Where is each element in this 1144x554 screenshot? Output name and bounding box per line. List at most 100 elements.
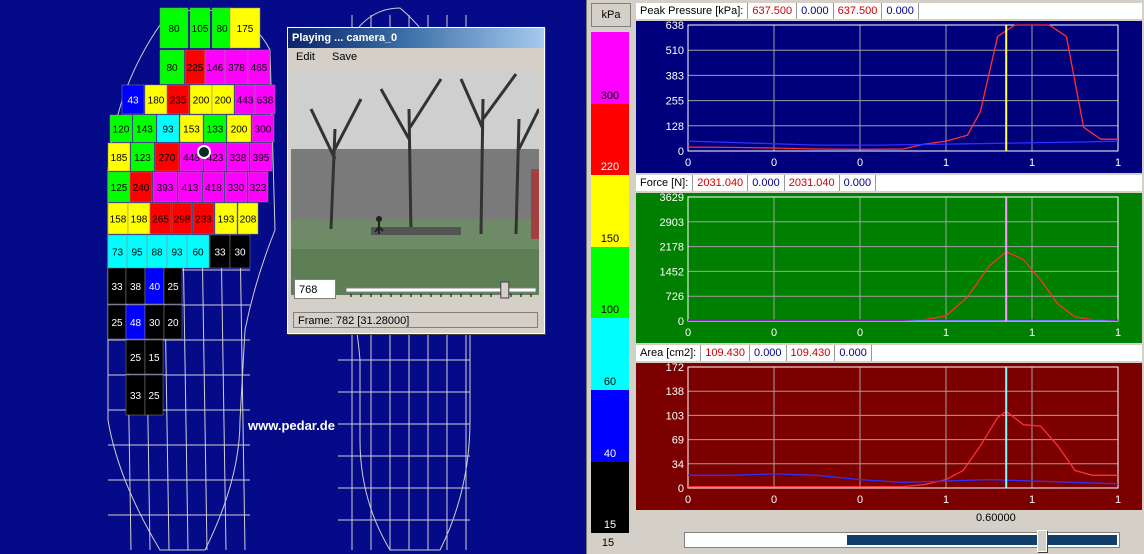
pressure-cell-value: 125 <box>111 183 128 194</box>
header-value: 0.000 <box>750 345 787 361</box>
pressure-cell: 80 <box>159 49 185 85</box>
pressure-cell-value: 235 <box>170 96 187 107</box>
pressure-cell: 25 <box>144 374 164 416</box>
chart-title: Force [N]: <box>636 175 694 191</box>
peak-pressure-chart: 63851038325512800 0 0 1 1 1 <box>636 21 1142 173</box>
pressure-cell: 395 <box>249 142 273 172</box>
video-frame <box>291 69 539 295</box>
pressure-cell: 208 <box>237 202 259 235</box>
pressure-cell-value: 323 <box>250 183 267 194</box>
pressure-cell-value: 80 <box>216 24 228 35</box>
x-tick-label: 0 <box>685 327 691 339</box>
pressure-cell: 200 <box>226 114 252 143</box>
pressure-cell: 193 <box>214 202 238 235</box>
scale-band-label: 60 <box>603 375 617 388</box>
pressure-cell-value: 378 <box>228 63 245 74</box>
pressure-cell-value: 240 <box>133 183 150 194</box>
pressure-cell: 443 <box>234 84 256 115</box>
x-tick-label: 1 <box>1115 327 1121 339</box>
pressure-cell: 48 <box>125 304 146 340</box>
pressure-cell-value: 120 <box>113 125 130 136</box>
pressure-cell-value: 443 <box>237 96 254 107</box>
x-tick-label: 0 <box>857 327 863 339</box>
pressure-cell-value: 265 <box>152 215 169 226</box>
pressure-cell-value: 338 <box>230 153 247 164</box>
scale-band-label: 100 <box>600 304 620 317</box>
pressure-cell: 180 <box>144 84 168 115</box>
pressure-cell: 233 <box>192 202 215 235</box>
pressure-cell-value: 93 <box>171 248 183 259</box>
pressure-cell: 93 <box>156 114 180 143</box>
scale-band: 150 <box>591 175 629 247</box>
pressure-cell-value: 95 <box>131 248 143 259</box>
pressure-cell-value: 25 <box>130 353 142 364</box>
pressure-cell-value: 25 <box>167 282 179 293</box>
area-panel: Area [cm2]: 109.430 0.000 109.430 0.000 … <box>636 345 1142 510</box>
scale-band-label: 15 <box>603 519 617 532</box>
peak-pressure-header: Peak Pressure [kPa]: 637.500 0.000 637.5… <box>636 3 1142 19</box>
pressure-cell: 30 <box>229 234 251 269</box>
scale-band: 220 <box>591 103 629 176</box>
frame-number-input[interactable]: 768 <box>294 279 336 299</box>
pressure-cell-value: 30 <box>149 318 161 329</box>
pressure-cell-value: 300 <box>255 125 272 136</box>
y-tick-label: 0 <box>678 316 684 328</box>
x-tick-label: 1 <box>943 157 949 169</box>
scale-band-label: 150 <box>600 232 620 245</box>
y-tick-label: 2903 <box>660 217 684 229</box>
video-window[interactable]: Playing ... camera_0 Edit Save 768 Frame… <box>287 27 545 334</box>
pressure-cell: 265 <box>149 202 172 235</box>
pressure-cell: 73 <box>107 234 128 269</box>
y-tick-label: 0 <box>678 483 684 495</box>
pressure-cell-value: 193 <box>218 215 235 226</box>
header-value: 109.430 <box>701 345 751 361</box>
pressure-cell-value: 80 <box>168 24 180 35</box>
y-tick-label: 383 <box>666 70 684 82</box>
video-position-slider[interactable] <box>346 280 536 300</box>
pressure-cell-value: 93 <box>162 125 174 136</box>
y-tick-label: 103 <box>666 410 684 422</box>
pressure-cell-value: 105 <box>192 24 209 35</box>
pressure-cell-value: 175 <box>237 24 254 35</box>
pressure-cell: 33 <box>125 374 146 416</box>
pressure-cell-value: 133 <box>207 125 224 136</box>
pressure-cell-value: 418 <box>205 183 222 194</box>
pressure-cell-value: 48 <box>130 318 142 329</box>
pressure-cell: 198 <box>127 202 151 235</box>
pressure-cell-value: 185 <box>111 153 128 164</box>
x-tick-label: 0 <box>685 157 691 169</box>
pressure-cell-value: 43 <box>127 96 139 107</box>
pressure-cell-value: 393 <box>157 183 174 194</box>
pressure-cell-value: 146 <box>207 63 224 74</box>
pressure-cell-value: 25 <box>111 318 123 329</box>
timeline-slider[interactable] <box>684 530 1120 552</box>
pressure-cell: 378 <box>224 49 249 85</box>
pressure-cell-value: 208 <box>240 215 257 226</box>
pressure-cell: 153 <box>179 114 204 143</box>
pressure-cell-value: 413 <box>182 183 199 194</box>
y-tick-label: 1452 <box>660 266 684 278</box>
pressure-cell: 338 <box>226 142 250 172</box>
pressure-cell-value: 123 <box>134 153 151 164</box>
pressure-cell-value: 200 <box>215 96 232 107</box>
x-tick-label: 0 <box>685 494 691 506</box>
pressure-cell-value: 73 <box>112 248 124 259</box>
force-panel: Force [N]: 2031.040 0.000 2031.040 0.000… <box>636 175 1142 343</box>
scale-unit: kPa <box>591 3 631 27</box>
pressure-cell: 105 <box>189 7 211 49</box>
cursor-marker-icon <box>197 145 211 159</box>
pressure-cell-value: 198 <box>131 215 148 226</box>
pressure-cell: 15 <box>144 339 164 375</box>
pressure-cell-value: 158 <box>110 215 127 226</box>
pressure-cell: 80 <box>159 7 189 49</box>
menu-edit[interactable]: Edit <box>296 51 315 63</box>
pressure-cell-value: 33 <box>111 282 123 293</box>
pressure-cell: 120 <box>109 114 133 143</box>
menu-save[interactable]: Save <box>332 51 357 63</box>
x-tick-label: 0 <box>771 327 777 339</box>
website-watermark: www.pedar.de <box>248 418 335 433</box>
header-value: 637.500 <box>748 3 798 19</box>
timeline-thumb[interactable] <box>1037 530 1048 552</box>
pressure-cell: 25 <box>107 304 127 340</box>
y-tick-label: 638 <box>666 21 684 32</box>
